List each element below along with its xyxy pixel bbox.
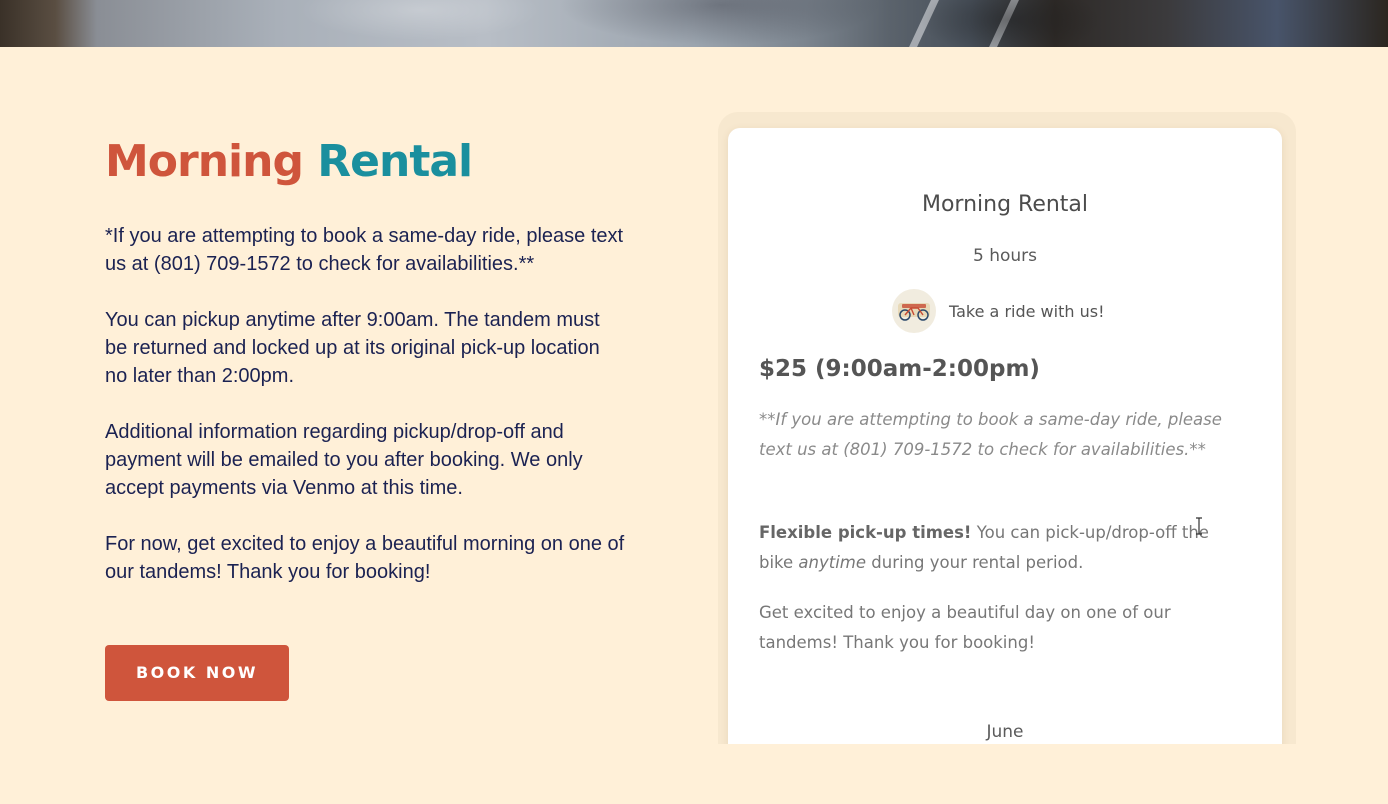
- text-cursor-icon: [1196, 517, 1202, 535]
- flex-text-emphasis: anytime: [798, 553, 867, 572]
- flexible-pickup-heading: Flexible pick-up times!: [759, 523, 972, 542]
- same-day-note: *If you are attempting to book a same-da…: [105, 225, 624, 275]
- service-title: Morning Rental: [921, 192, 1089, 217]
- title-word-rental: Rental: [317, 136, 473, 187]
- hero-image: [0, 0, 1388, 47]
- flexible-pickup-text: Flexible pick-up times! You can pick-up/…: [759, 518, 1229, 578]
- bike-frame-decoration: [989, 0, 1019, 47]
- service-duration: 5 hours: [972, 246, 1037, 266]
- rental-description: Morning Rental *If you are attempting to…: [105, 132, 645, 586]
- flex-text-part: during your rental period.: [866, 553, 1084, 572]
- provider[interactable]: Take a ride with us!: [892, 289, 1104, 333]
- thank-you-note: For now, get excited to enjoy a beautifu…: [105, 533, 625, 583]
- booking-card: Morning Rental 5 hours Take a ride with …: [728, 128, 1282, 744]
- booking-widget: Morning Rental 5 hours Take a ride with …: [718, 112, 1296, 744]
- tandem-logo-icon: [898, 303, 930, 321]
- excited-text: Get excited to enjoy a beautiful day on …: [759, 603, 1171, 652]
- title-word-morning: Morning: [105, 136, 304, 187]
- book-now-button[interactable]: BOOK NOW: [105, 645, 289, 701]
- price: $25 (9:00am-2:00pm): [759, 356, 1040, 382]
- bike-frame-decoration: [909, 0, 939, 47]
- provider-name: Take a ride with us!: [949, 301, 1105, 321]
- calendar-month: June: [986, 722, 1024, 742]
- payment-info: Additional information regarding pickup/…: [105, 421, 583, 499]
- provider-avatar: [892, 289, 936, 333]
- same-day-disclaimer: **If you are attempting to book a same-d…: [759, 410, 1222, 459]
- page-title: Morning Rental: [105, 132, 645, 192]
- pickup-info: You can pickup anytime after 9:00am. The…: [105, 309, 600, 387]
